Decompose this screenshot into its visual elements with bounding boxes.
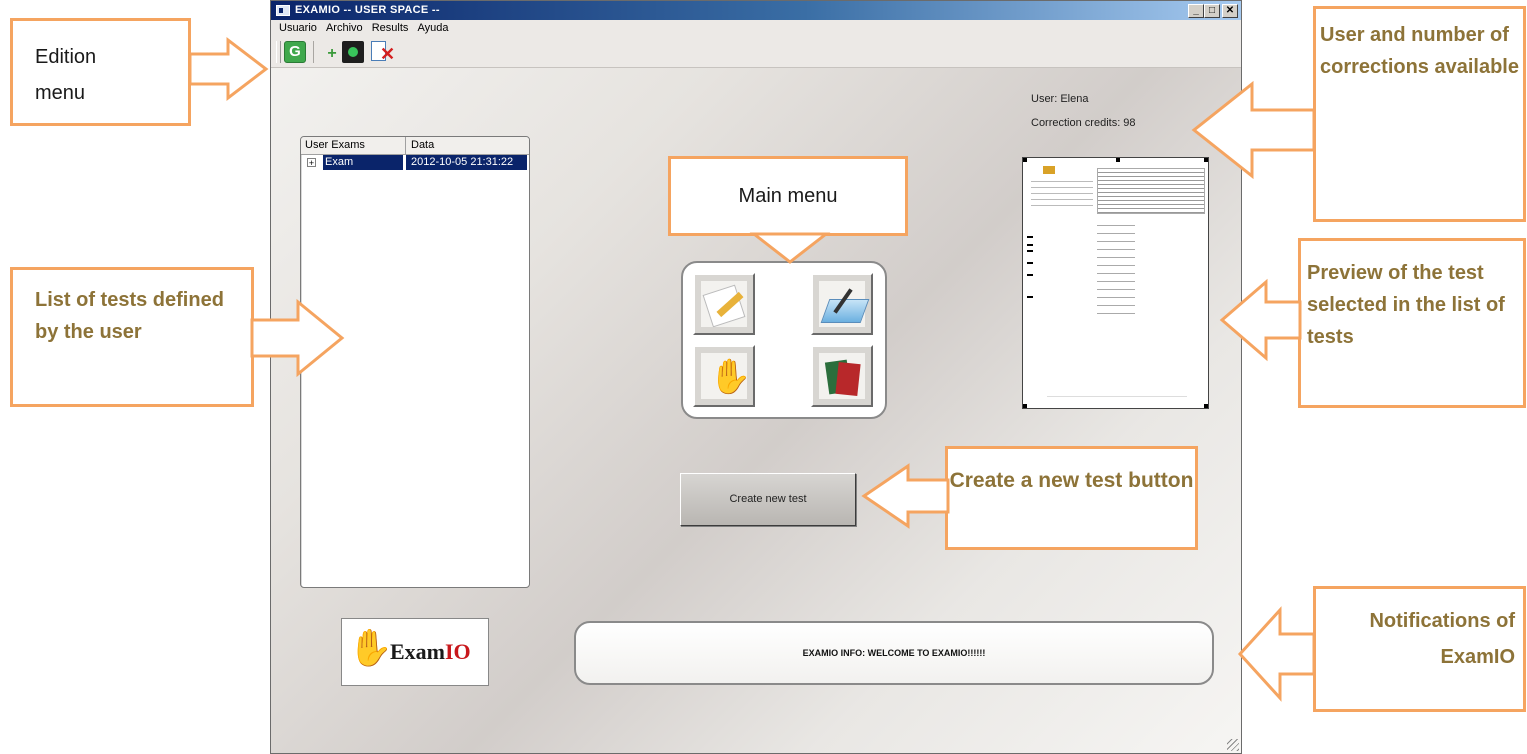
exam-date-cell[interactable]: 2012-10-05 21:31:22: [406, 155, 527, 170]
examio-hand-button[interactable]: ✋: [693, 345, 755, 407]
annotation-preview: Preview of the test selected in the list…: [1298, 238, 1526, 408]
red-x-icon: ✕: [380, 44, 396, 64]
menu-results[interactable]: Results: [372, 22, 409, 34]
results-icon: [819, 353, 865, 399]
test-preview: [1022, 157, 1209, 409]
edit-test-icon: [701, 281, 747, 328]
window-title: EXAMIO -- USER SPACE --: [295, 4, 440, 16]
results-button[interactable]: [811, 345, 873, 407]
hand-logo-icon: ✋: [348, 627, 393, 668]
annotation-user-credits: User and number of corrections available: [1313, 6, 1526, 222]
menu-bar: Usuario Archivo Results Ayuda: [271, 20, 1241, 37]
annotation-list-of-tests: List of tests defined by the user: [10, 267, 254, 407]
answer-grid: [1097, 168, 1205, 214]
annotation-edition-menu: Edition menu: [10, 18, 191, 126]
examio-logo: ✋ ExamIO: [341, 618, 489, 686]
user-name-label: User: Elena: [1031, 93, 1089, 105]
export-icon[interactable]: [342, 41, 364, 63]
main-menu-panel: ✋: [681, 261, 887, 419]
notifications-panel: EXAMIO INFO: WELCOME TO EXAMIO!!!!!!: [574, 621, 1214, 685]
arrow-right-edition: [188, 36, 269, 102]
resize-grip[interactable]: [1227, 739, 1239, 751]
toolbar-separator: [313, 41, 314, 63]
app-window: EXAMIO -- USER SPACE -- _ □ ✕ Usuario Ar…: [270, 0, 1242, 754]
exam-name-cell[interactable]: Exam: [323, 155, 403, 170]
title-bar[interactable]: EXAMIO -- USER SPACE -- _ □ ✕: [271, 1, 1241, 20]
examio-hand-icon: ✋: [701, 353, 751, 399]
menu-usuario[interactable]: Usuario: [279, 22, 317, 34]
scan-correct-button[interactable]: [811, 273, 873, 335]
annotation-notifications: Notifications of ExamIO: [1313, 586, 1526, 712]
expand-icon[interactable]: +: [307, 158, 316, 168]
close-button[interactable]: ✕: [1222, 4, 1238, 18]
annotation-main-menu: Main menu: [668, 156, 908, 236]
refresh-icon[interactable]: G: [284, 41, 306, 63]
question-list: [1097, 218, 1135, 314]
arrow-left-preview: [1219, 278, 1302, 362]
create-new-test-button[interactable]: Create new test: [680, 473, 856, 526]
annotation-create-test: Create a new test button: [945, 446, 1198, 550]
app-icon: [276, 5, 290, 16]
arrow-left-notifications: [1237, 606, 1316, 702]
delete-test-icon[interactable]: ✕: [371, 41, 396, 64]
correction-credits-label: Correction credits: 98: [1031, 117, 1136, 129]
edit-test-button[interactable]: [693, 273, 755, 335]
arrow-down-main-menu: [749, 232, 831, 264]
scan-correct-icon: [819, 281, 870, 327]
arrow-right-list: [250, 298, 345, 378]
toolbar-grip[interactable]: [276, 41, 281, 63]
list-header: User Exams Data: [301, 137, 529, 155]
menu-archivo[interactable]: Archivo: [326, 22, 363, 34]
column-header-user-exams[interactable]: User Exams: [301, 137, 406, 154]
preview-logo: [1043, 166, 1055, 174]
table-row[interactable]: + Exam 2012-10-05 21:31:22: [301, 155, 529, 170]
arrow-left-user: [1191, 80, 1316, 180]
maximize-button[interactable]: □: [1204, 4, 1220, 18]
arrow-left-create: [861, 463, 950, 529]
menu-ayuda[interactable]: Ayuda: [417, 22, 448, 34]
edition-toolbar: G + ✕: [271, 37, 1241, 68]
column-header-data[interactable]: Data: [406, 137, 529, 154]
add-icon[interactable]: +: [321, 41, 343, 63]
minimize-button[interactable]: _: [1188, 4, 1204, 18]
